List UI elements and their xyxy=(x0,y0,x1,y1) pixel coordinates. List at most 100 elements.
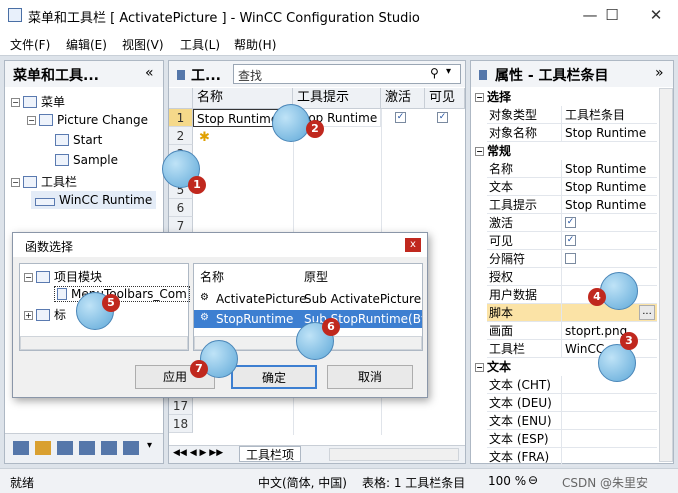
menu-help[interactable]: 帮助(H) xyxy=(234,36,276,53)
property-row[interactable]: 激活 ✓ xyxy=(487,214,657,232)
props-header: 属性 - 工具栏条目 » xyxy=(471,61,673,87)
property-checkbox[interactable]: ✓ xyxy=(565,217,576,228)
step-badge: 2 xyxy=(306,120,324,138)
tree-hscrollbar[interactable] xyxy=(20,336,188,350)
horizontal-scrollbar[interactable] xyxy=(329,448,459,461)
col-function-name[interactable]: 名称 xyxy=(200,268,224,285)
property-row[interactable]: 文本 (ENU) xyxy=(487,412,657,430)
dialog-close-button[interactable]: x xyxy=(405,238,421,252)
col-name[interactable]: 名称 xyxy=(193,88,293,109)
tree-item-menu[interactable]: − 菜单 xyxy=(11,93,65,110)
property-value[interactable] xyxy=(561,394,657,412)
property-row[interactable]: 对象名称 Stop Runtime xyxy=(487,124,657,142)
property-row[interactable]: 文本 (DEU) xyxy=(487,394,657,412)
search-box[interactable]: 查找 ⚲ ▾ xyxy=(233,64,461,84)
ok-button[interactable]: 确定 xyxy=(231,365,317,389)
expand-button[interactable]: » xyxy=(655,65,664,81)
dropdown-icon[interactable]: ▾ xyxy=(147,440,152,451)
collapse-icon[interactable]: − xyxy=(24,273,33,282)
col-tooltip[interactable]: 工具提示 xyxy=(293,88,381,109)
row-number[interactable]: 1 xyxy=(169,109,193,127)
property-key: 分隔符 xyxy=(489,252,526,266)
zoom-out-icon[interactable]: ⊖ xyxy=(528,473,538,487)
menu-file[interactable]: 文件(F) xyxy=(10,36,50,53)
property-value[interactable] xyxy=(561,412,657,430)
tree-item-project-module[interactable]: − 项目模块 xyxy=(24,268,102,285)
tab-toolbar-items[interactable]: 工具栏项 xyxy=(239,446,302,462)
section-select[interactable]: − 选择 xyxy=(471,88,657,106)
script-browse-button[interactable]: ... xyxy=(639,305,655,320)
property-row[interactable]: 名称 Stop Runtime xyxy=(487,160,657,178)
toolbar-view-icon[interactable] xyxy=(13,441,29,455)
tree-item-sample[interactable]: Sample xyxy=(55,153,118,167)
property-row[interactable]: 文本 (FRA) xyxy=(487,448,657,466)
property-key: 脚本 xyxy=(489,306,514,320)
property-row[interactable]: 可见 ✓ xyxy=(487,232,657,250)
tree-item-picture-change[interactable]: − Picture Change xyxy=(27,113,148,127)
menu-edit[interactable]: 编辑(E) xyxy=(66,36,107,53)
property-value[interactable]: Stop Runtime xyxy=(561,196,657,214)
users-icon[interactable] xyxy=(101,441,117,455)
property-row[interactable]: 分隔符 xyxy=(487,250,657,268)
collapse-icon[interactable]: − xyxy=(11,98,20,107)
tree-item-wincc-runtime[interactable]: WinCC Runtime xyxy=(31,191,157,209)
property-checkbox[interactable]: ✓ xyxy=(565,235,576,246)
vertical-scrollbar[interactable] xyxy=(659,88,673,462)
close-button[interactable]: ✕ xyxy=(636,2,676,28)
row-number[interactable]: 2 xyxy=(169,127,193,145)
expand-icon[interactable]: + xyxy=(24,311,33,320)
property-value[interactable] xyxy=(561,448,657,466)
cell-name[interactable]: Stop Runtime xyxy=(193,109,279,127)
property-row[interactable]: 文本 (ESP) xyxy=(487,430,657,448)
collapse-icon[interactable]: − xyxy=(475,93,484,102)
property-row[interactable]: 文本 (CHT) xyxy=(487,376,657,394)
checkbox-visible[interactable]: ✓ xyxy=(437,112,448,123)
col-active[interactable]: 激活 xyxy=(381,88,425,109)
checkbox-active[interactable]: ✓ xyxy=(395,112,406,123)
col-visible[interactable]: 可见 xyxy=(425,88,465,109)
property-value[interactable]: stoprt.png xyxy=(561,322,657,340)
new-row-icon[interactable]: ✱ xyxy=(199,130,210,145)
property-row[interactable]: 工具提示 Stop Runtime xyxy=(487,196,657,214)
maximize-button[interactable]: ☐ xyxy=(592,2,632,28)
tree-item-standard[interactable]: + 标 xyxy=(24,306,66,323)
list-icon[interactable] xyxy=(79,441,95,455)
collapse-icon[interactable]: − xyxy=(475,363,484,372)
list-item[interactable]: ⚙ ActivatePicture Sub ActivatePicture (B… xyxy=(194,290,422,308)
edit-icon[interactable] xyxy=(35,441,51,455)
property-value[interactable] xyxy=(561,430,657,448)
property-value[interactable]: Stop Runtime xyxy=(561,124,657,142)
property-row[interactable]: 对象类型 工具栏条目 xyxy=(487,106,657,124)
search-input[interactable]: 查找 xyxy=(238,67,262,84)
menu-view[interactable]: 视图(V) xyxy=(122,36,164,53)
property-value[interactable]: Stop Runtime xyxy=(561,160,657,178)
menu-tools[interactable]: 工具(L) xyxy=(180,36,220,53)
tree-item-menutoolbars[interactable]: MenuToolbars_Com xyxy=(54,286,190,302)
table-icon[interactable] xyxy=(57,441,73,455)
menu-item-icon xyxy=(55,154,69,166)
collapse-icon[interactable]: − xyxy=(27,116,36,125)
property-value[interactable]: 工具栏条目 xyxy=(561,106,657,124)
tree-item-start[interactable]: Start xyxy=(55,133,102,147)
grid-icon[interactable] xyxy=(123,441,139,455)
property-row[interactable]: 文本 Stop Runtime xyxy=(487,178,657,196)
panel-header: 菜单和工具... « xyxy=(5,61,163,87)
collapse-icon[interactable]: − xyxy=(475,147,484,156)
collapse-button[interactable]: « xyxy=(145,65,154,81)
cancel-button[interactable]: 取消 xyxy=(327,365,413,389)
col-prototype[interactable]: 原型 xyxy=(304,268,328,285)
nav-first-icon[interactable]: ◀◀ ◀ ▶ ▶▶ xyxy=(173,448,223,458)
row-number[interactable]: 6 xyxy=(169,199,193,217)
property-key: 文本 (DEU) xyxy=(489,396,552,410)
tree-item-toolbar[interactable]: − 工具栏 xyxy=(11,173,77,190)
property-row[interactable]: 脚本... xyxy=(487,304,657,322)
search-dropdown-icon[interactable]: ▾ xyxy=(446,66,451,77)
search-icon[interactable]: ⚲ xyxy=(430,66,439,80)
row-number[interactable]: 18 xyxy=(169,415,193,433)
collapse-icon[interactable]: − xyxy=(11,178,20,187)
panel-title: 菜单和工具... xyxy=(13,68,99,84)
section-general[interactable]: − 常规 xyxy=(471,142,657,160)
row-number[interactable]: 17 xyxy=(169,397,193,415)
property-value[interactable]: Stop Runtime xyxy=(561,178,657,196)
property-checkbox[interactable] xyxy=(565,253,576,264)
